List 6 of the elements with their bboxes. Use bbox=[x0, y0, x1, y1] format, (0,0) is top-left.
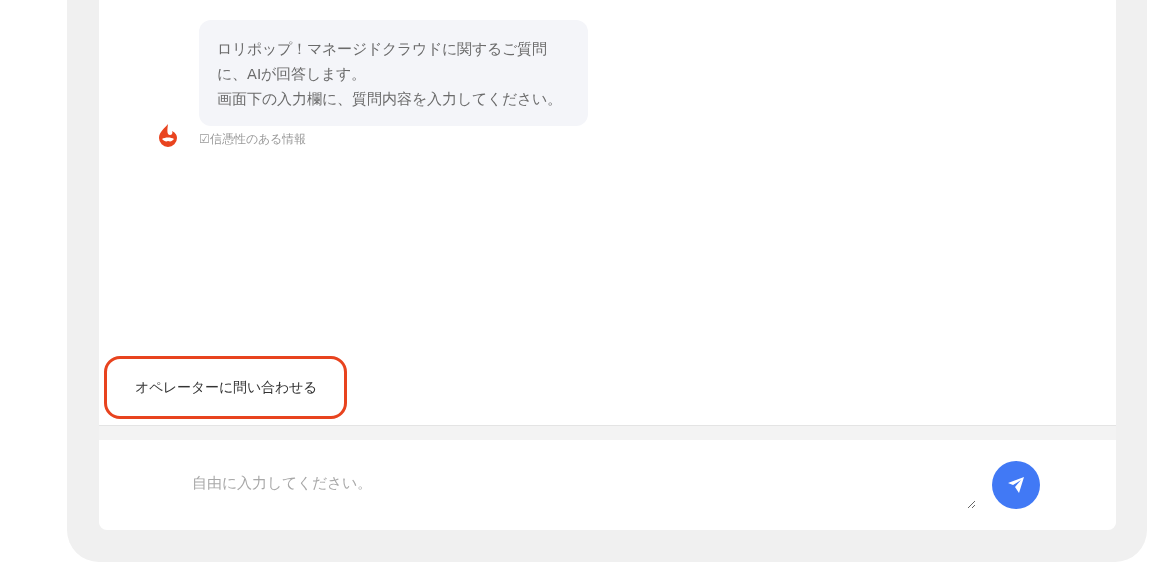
avatar-icon bbox=[157, 123, 179, 147]
send-icon bbox=[1006, 474, 1026, 495]
send-button[interactable] bbox=[992, 460, 1040, 509]
reliability-note: ☑信憑性のある情報 bbox=[199, 131, 307, 147]
message-text: ロリポップ！マネージドクラウドに関するご質問 に、AIが回答します。 画面下の入力欄に、質問内容を入力してください。 bbox=[199, 20, 588, 126]
contact-operator-button[interactable]: オペレーターに問い合わせる bbox=[104, 356, 347, 419]
